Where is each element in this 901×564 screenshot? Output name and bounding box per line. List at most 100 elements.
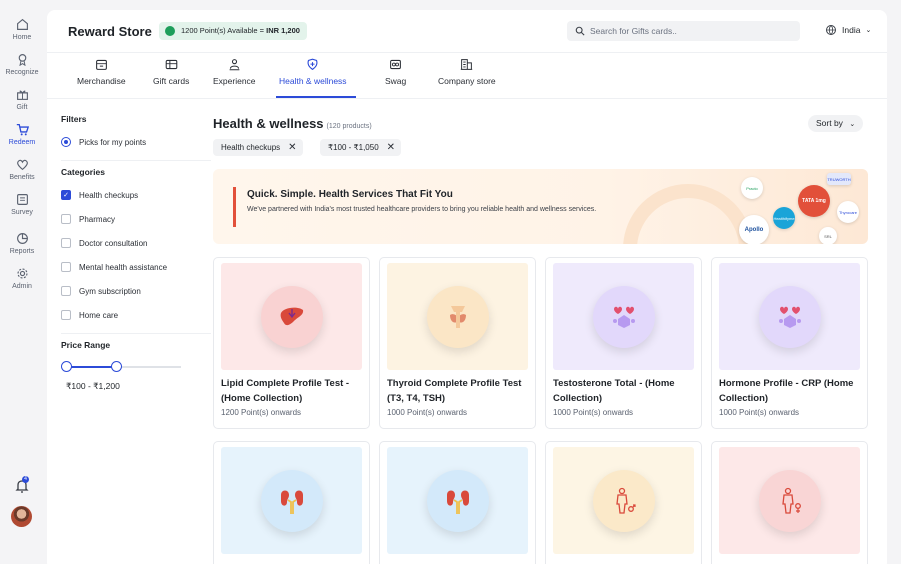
heart-icon: [16, 159, 28, 171]
product-card[interactable]: Lipid Complete Profile Test - (Home Coll…: [213, 257, 370, 429]
close-icon[interactable]: ✕: [387, 139, 395, 156]
tab-label: Gift cards: [153, 76, 190, 86]
search-input[interactable]: Search for Gifts cards..: [567, 21, 800, 41]
product-icon-circle: [759, 286, 821, 348]
rail-reports[interactable]: Reports: [0, 232, 44, 255]
rail-admin-label: Admin: [12, 283, 32, 290]
content-title: Health & wellness (120 products): [213, 116, 372, 131]
product-name: Lipid Complete Profile Test - (Home Coll…: [221, 378, 350, 404]
tab-company-store[interactable]: Company store: [438, 58, 496, 86]
gift-icon: [16, 90, 28, 100]
category-gym-subscription[interactable]: Gym subscription: [61, 279, 197, 303]
category-label: Health checkups: [79, 190, 139, 200]
promo-banner[interactable]: Quick. Simple. Health Services That Fit …: [213, 169, 868, 244]
partner-logo: TATA 1mg: [798, 185, 830, 217]
category-label: Gym subscription: [79, 286, 141, 296]
slider-min-handle[interactable]: [61, 361, 72, 372]
radio-selected[interactable]: [61, 137, 71, 147]
product-thumbnail: [719, 447, 860, 554]
tab-swag[interactable]: Swag: [385, 58, 406, 86]
building-icon: [461, 59, 473, 70]
checkbox[interactable]: [61, 286, 71, 296]
gear-icon: [16, 268, 28, 279]
product-card[interactable]: Hormone Profile - CRP (Home Collection) …: [711, 257, 868, 429]
avatar[interactable]: [11, 506, 32, 527]
health-shield-icon: [307, 58, 318, 71]
region-label: India: [842, 25, 861, 35]
product-card[interactable]: [545, 441, 702, 564]
rail-admin[interactable]: Admin: [0, 267, 44, 290]
rail-benefits[interactable]: Benefits: [0, 158, 44, 181]
product-card[interactable]: [379, 441, 536, 564]
tab-gift-cards[interactable]: Gift cards: [153, 58, 189, 86]
category-health-checkups[interactable]: ✓ Health checkups: [61, 183, 197, 207]
product-thumbnail: [221, 447, 362, 554]
sort-dropdown[interactable]: Sort by ⌄: [808, 115, 864, 132]
tab-experience[interactable]: Experience: [213, 58, 256, 86]
filter-picks-for-points[interactable]: Picks for my points: [61, 130, 197, 154]
checkbox[interactable]: [61, 238, 71, 248]
product-points: 1000 Point(s) onwards: [387, 408, 468, 417]
search-icon: [575, 26, 585, 36]
chevron-down-icon: ⌄: [865, 27, 872, 34]
banner-subtitle: We've partnered with India's most truste…: [247, 206, 597, 213]
region-selector[interactable]: India ⌄: [825, 24, 871, 36]
rail-survey-label: Survey: [11, 209, 33, 216]
rail-survey[interactable]: Survey: [0, 193, 44, 216]
points-text: 1200 Point(s) Available =: [181, 26, 267, 35]
tab-merchandise[interactable]: Merchandise: [77, 58, 126, 86]
product-thumbnail: [221, 263, 362, 370]
tab-label: Merchandise: [77, 76, 126, 86]
product-name: Thyroid Complete Profile Test (T3, T4, T…: [387, 378, 522, 404]
category-mental-health[interactable]: Mental health assistance: [61, 255, 197, 279]
category-home-care[interactable]: Home care: [61, 303, 197, 327]
partner-logo: Apollo: [739, 215, 769, 244]
category-pharmacy[interactable]: Pharmacy: [61, 207, 197, 231]
filters-title: Filters: [61, 114, 87, 124]
rail-gift[interactable]: Gift: [0, 88, 44, 111]
checkbox-checked[interactable]: ✓: [61, 190, 71, 200]
category-doctor-consultation[interactable]: Doctor consultation: [61, 231, 197, 255]
categories-title: Categories: [61, 167, 105, 177]
checkbox[interactable]: [61, 310, 71, 320]
rail-recognize[interactable]: Recognize: [0, 53, 44, 76]
slider-max-handle[interactable]: [111, 361, 122, 372]
product-card[interactable]: Thyroid Complete Profile Test (T3, T4, T…: [379, 257, 536, 429]
male-body-icon: [616, 487, 636, 514]
price-slider[interactable]: [61, 360, 197, 374]
rail-gift-label: Gift: [16, 104, 28, 111]
checkbox[interactable]: [61, 214, 71, 224]
swag-icon: [390, 59, 402, 70]
tabs-divider: [47, 98, 887, 99]
sort-label: Sort by: [816, 118, 843, 128]
chevron-down-icon: ⌄: [849, 121, 856, 128]
rail-benefits-label: Benefits: [9, 174, 35, 181]
page-title: Reward Store: [68, 24, 152, 39]
checkbox[interactable]: [61, 262, 71, 272]
tab-label: Experience: [213, 76, 256, 86]
product-card[interactable]: [711, 441, 868, 564]
close-icon[interactable]: ✕: [288, 139, 296, 156]
tab-health-wellness[interactable]: Health & wellness: [279, 58, 347, 86]
product-thumbnail: [719, 263, 860, 370]
product-thumbnail: [387, 447, 528, 554]
filter-chip[interactable]: ₹100 - ₹1,050 ✕: [320, 139, 402, 156]
section-title: Health & wellness: [213, 116, 324, 131]
kidney-icon: [281, 490, 303, 514]
product-card[interactable]: [213, 441, 370, 564]
price-range-value: ₹100 - ₹1,200: [66, 381, 120, 391]
partner-logo: TRUWORTH: [827, 173, 851, 185]
categories-divider: [61, 333, 211, 334]
points-badge: 1200 Point(s) Available = INR 1,200: [159, 22, 307, 40]
rail-redeem[interactable]: Redeem: [0, 123, 44, 146]
product-card[interactable]: Testosterone Total - (Home Collection) 1…: [545, 257, 702, 429]
experience-icon: [229, 59, 240, 71]
rail-home[interactable]: Home: [0, 18, 44, 41]
banner-arc-decoration: [623, 184, 753, 244]
chip-label: Health checkups: [221, 143, 281, 152]
kidney-icon: [447, 490, 469, 514]
filter-chip[interactable]: Health checkups ✕: [213, 139, 303, 156]
points-coin-icon: [165, 26, 175, 36]
header-divider: [47, 52, 887, 53]
rail-recognize-label: Recognize: [5, 69, 39, 76]
